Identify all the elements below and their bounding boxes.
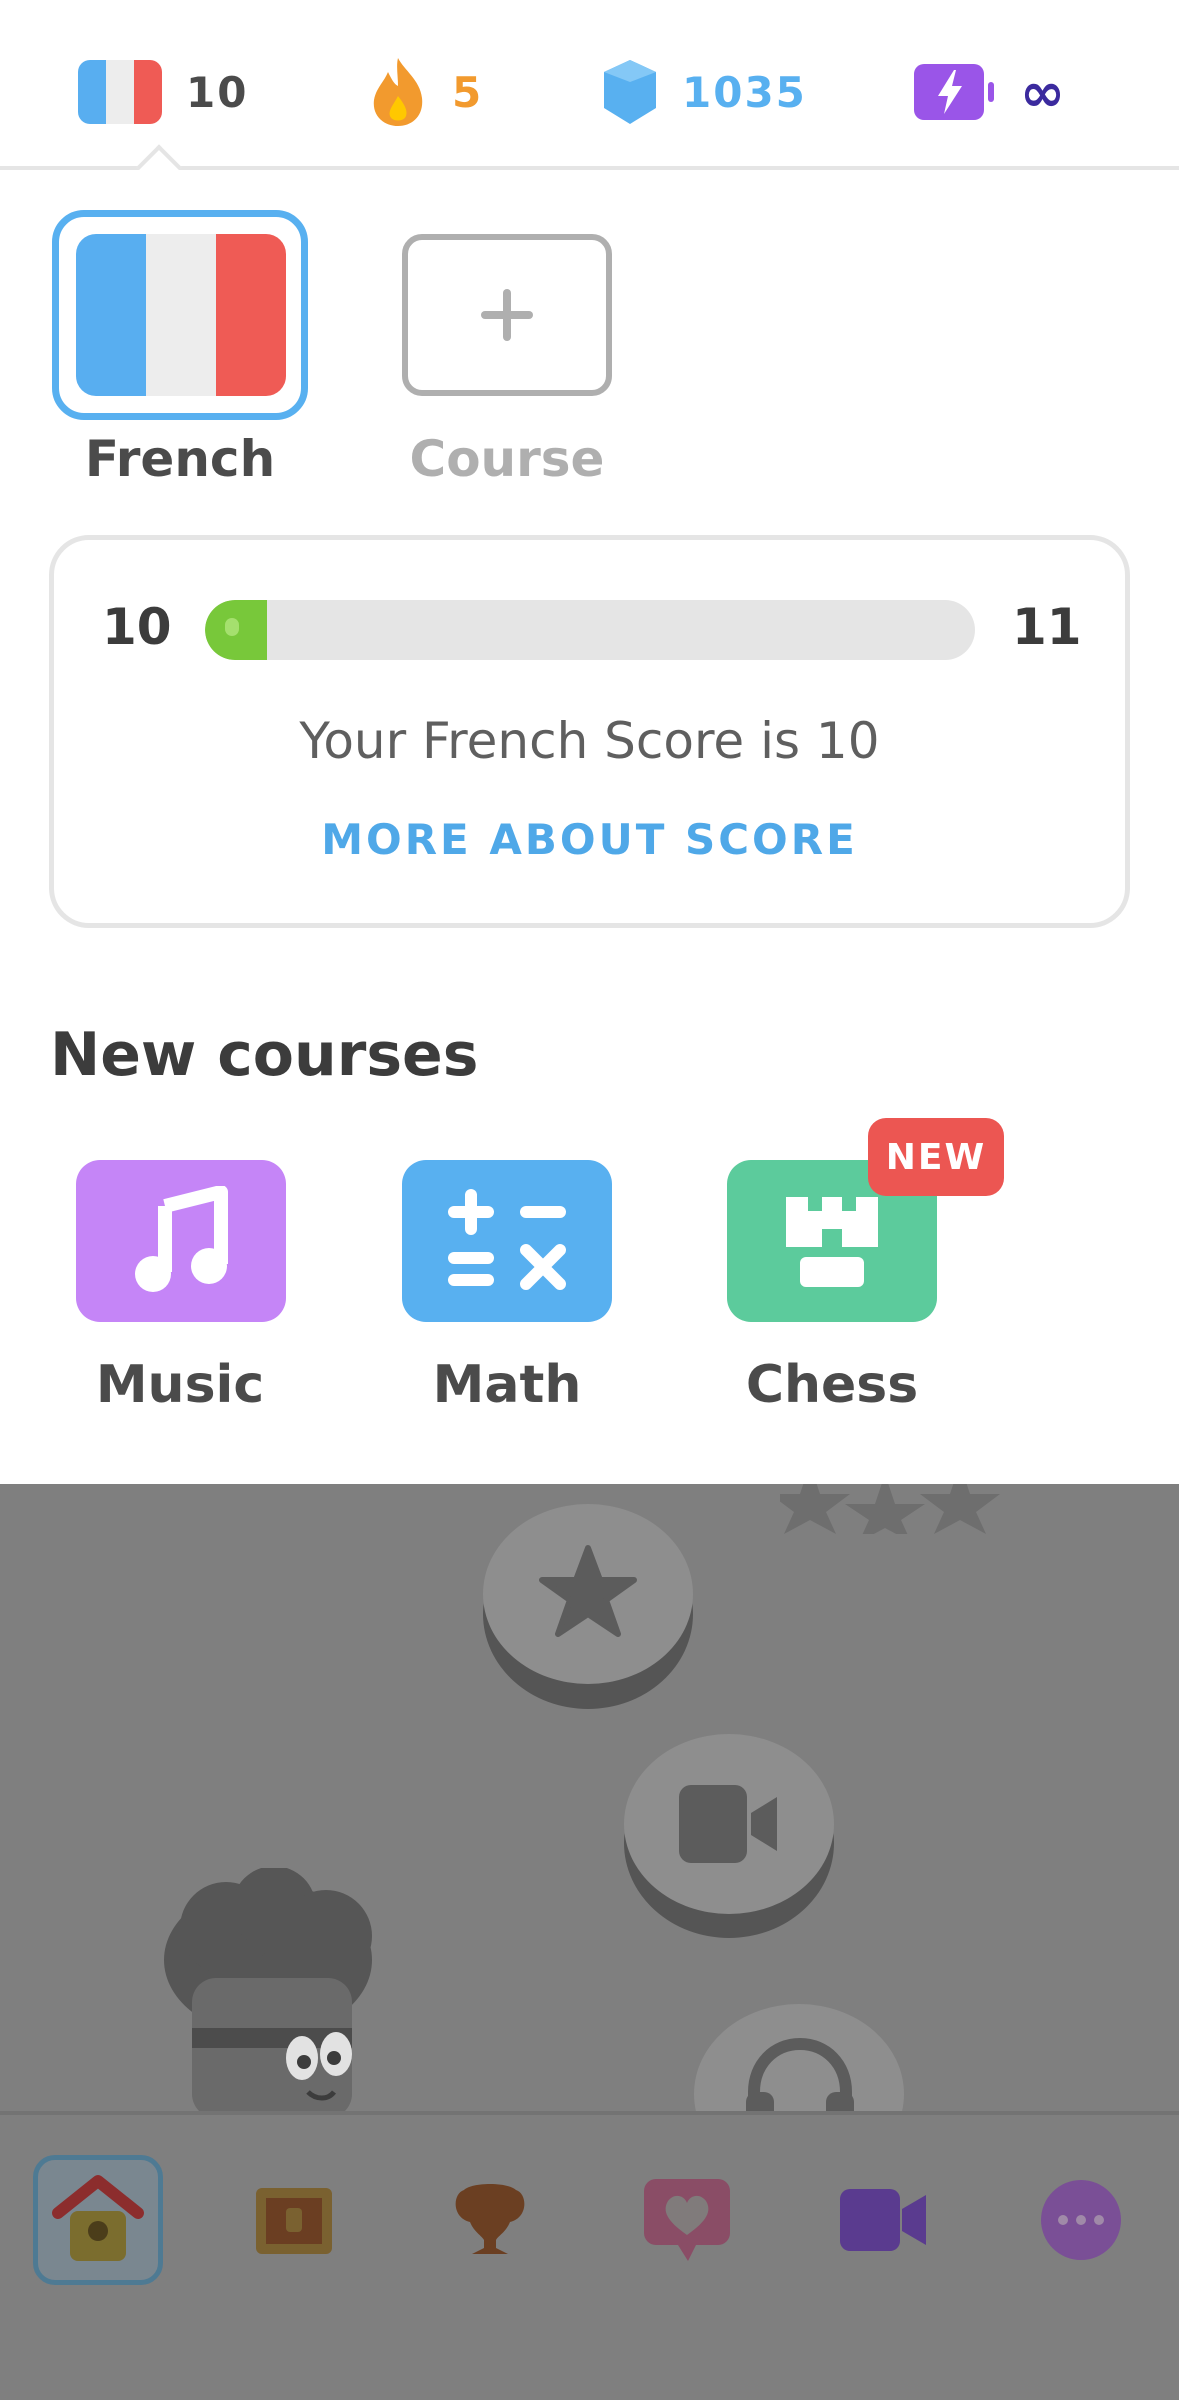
video-icon [840, 2189, 926, 2251]
nav-quests[interactable] [229, 2155, 359, 2285]
more-about-score-link[interactable]: MORE ABOUT SCORE [49, 815, 1130, 864]
streak-count: 5 [452, 67, 484, 117]
score-next: 11 [1012, 598, 1082, 656]
language-level: 10 [186, 67, 249, 117]
course-label-chess: Chess [745, 1355, 919, 1415]
french-flag-icon [78, 60, 162, 124]
plus-icon [481, 289, 533, 341]
nav-more[interactable] [1016, 2155, 1146, 2285]
gems-stat[interactable]: 1035 [602, 56, 807, 128]
chess-rook-icon [786, 1197, 878, 1287]
streak-stat[interactable]: 5 [368, 56, 483, 128]
score-progress-bar [205, 600, 975, 660]
more-icon [1041, 2180, 1121, 2260]
lesson-node-video[interactable] [624, 1734, 834, 1914]
energy-stat[interactable]: ∞ [914, 56, 1067, 128]
course-label-math: Math [432, 1355, 582, 1415]
nav-video-call[interactable] [818, 2155, 948, 2285]
energy-count: ∞ [1020, 60, 1067, 124]
score-progress-fill [205, 600, 267, 660]
gem-icon [604, 60, 656, 124]
heart-chat-icon [644, 2179, 730, 2261]
score-current: 10 [102, 598, 172, 656]
home-icon [52, 2175, 144, 2261]
bottom-nav [0, 2111, 1179, 2400]
stars-icon [780, 1484, 1000, 1534]
energy-battery-icon [914, 64, 994, 120]
course-label-add: Course [409, 430, 605, 488]
trophy-icon [455, 2184, 525, 2254]
add-course-button[interactable] [402, 234, 612, 396]
course-label-music: Music [95, 1355, 265, 1415]
score-message: Your French Score is 10 [299, 712, 880, 770]
language-stat[interactable]: 10 [78, 56, 248, 128]
music-course-tile[interactable] [76, 1160, 286, 1322]
nav-home[interactable] [33, 2155, 163, 2285]
french-flag-icon[interactable] [76, 234, 286, 396]
nav-leagues[interactable] [425, 2155, 555, 2285]
math-course-tile[interactable] [402, 1160, 612, 1322]
course-label-french: French [84, 430, 276, 488]
video-icon [679, 1785, 777, 1863]
math-symbols-icon [448, 1189, 566, 1290]
treasure-chest-icon [256, 2188, 332, 2254]
new-badge: NEW [868, 1118, 1004, 1196]
music-note-icon [135, 1186, 228, 1292]
lesson-node-star[interactable] [483, 1504, 693, 1684]
character-illustration [164, 1868, 372, 2118]
nav-friends[interactable] [622, 2155, 752, 2285]
star-icon [539, 1545, 637, 1637]
gem-count: 1035 [682, 67, 807, 117]
new-courses-heading: New courses [50, 1020, 479, 1090]
flame-icon [373, 58, 423, 126]
